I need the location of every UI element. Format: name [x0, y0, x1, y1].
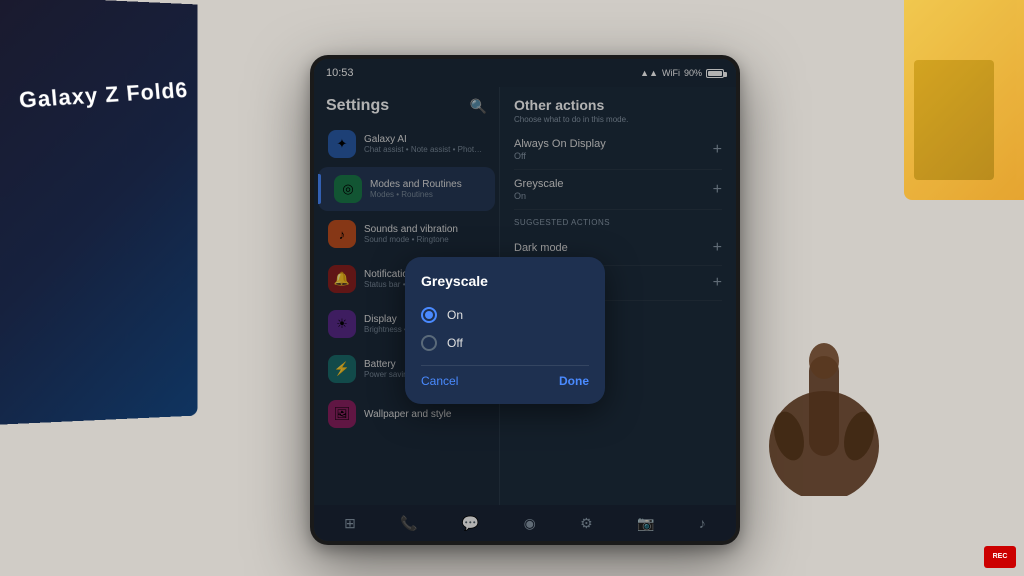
phone-screen: 10:53 ▲▲ WiFi 90% Settings 🔍 [314, 59, 736, 541]
dialog-title: Greyscale [421, 273, 589, 289]
cancel-button[interactable]: Cancel [421, 374, 458, 388]
dialog-option-off[interactable]: Off [421, 329, 589, 357]
samsung-box: Galaxy Z Fold6 [0, 0, 197, 425]
rec-badge: REC [984, 546, 1016, 568]
yellow-object [904, 0, 1024, 200]
radio-off[interactable] [421, 335, 437, 351]
rec-badge-text: REC [993, 553, 1008, 561]
dialog-option-on[interactable]: On [421, 301, 589, 329]
dialog-option-off-label: Off [447, 336, 463, 350]
greyscale-dialog: Greyscale On Off Cancel Done [405, 257, 605, 404]
dialog-actions: Cancel Done [421, 374, 589, 388]
samsung-box-label: Galaxy Z Fold6 [18, 75, 190, 116]
radio-on[interactable] [421, 307, 437, 323]
dialog-divider [421, 365, 589, 366]
done-button[interactable]: Done [559, 374, 589, 388]
phone-device: 10:53 ▲▲ WiFi 90% Settings 🔍 [310, 55, 740, 545]
yellow-object-inner [914, 60, 994, 180]
dialog-overlay: Greyscale On Off Cancel Done [314, 59, 736, 541]
dialog-option-on-label: On [447, 308, 463, 322]
